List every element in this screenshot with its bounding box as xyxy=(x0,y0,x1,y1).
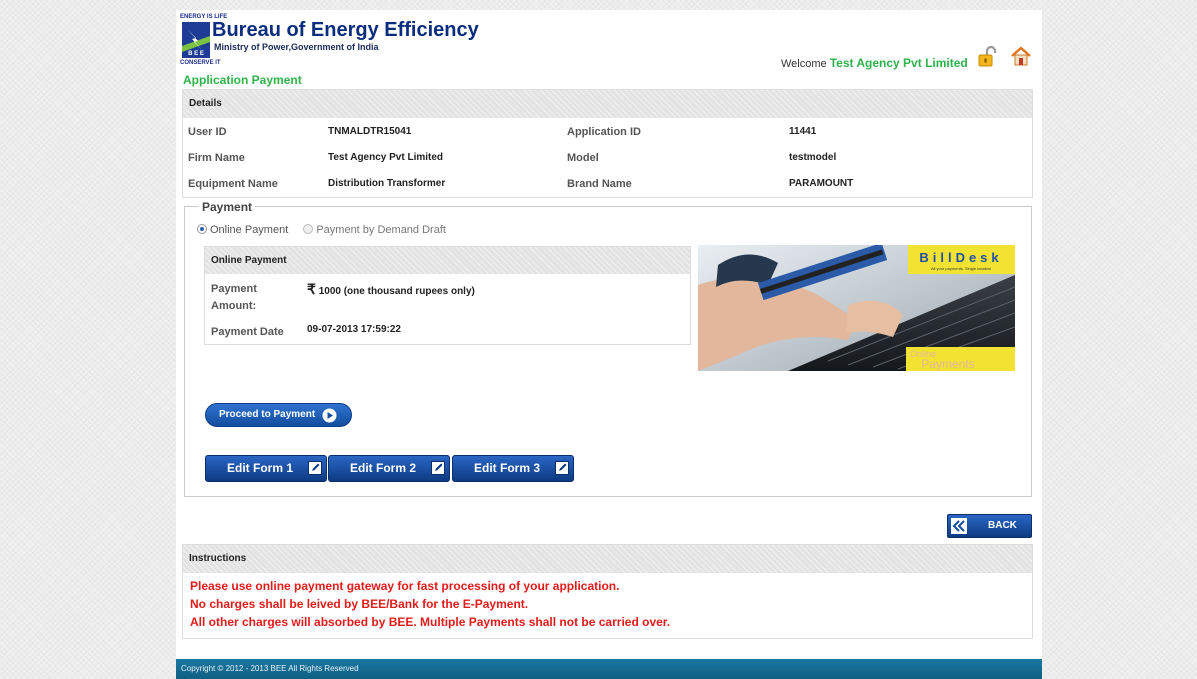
instructions-heading: Instructions xyxy=(183,545,1032,573)
bee-logo-icon: B E E xyxy=(182,22,210,58)
edit-form-3-button[interactable]: Edit Form 3 xyxy=(452,455,574,482)
application-id-label: Application ID xyxy=(567,126,641,138)
banner-caption-bottom: Payments xyxy=(921,357,974,371)
org-subtitle: Ministry of Power,Government of India xyxy=(214,42,379,52)
radio-checked-icon[interactable] xyxy=(197,224,207,234)
equipment-name-label: Equipment Name xyxy=(188,178,278,190)
lock-icon[interactable] xyxy=(978,46,998,68)
details-panel: Details User ID TNMALDTR15041 Applicatio… xyxy=(182,89,1033,198)
edit-form-1-label[interactable]: Edit Form 1 xyxy=(227,461,293,475)
billdesk-banner: BillDesk All your payments. Single locat… xyxy=(698,245,1015,371)
bee-logo[interactable]: ENERGY IS LIFE B E E CONSERVE IT xyxy=(180,14,227,66)
payment-amount-label: Payment Amount: xyxy=(211,283,257,312)
details-row: User ID TNMALDTR15041 Application ID 114… xyxy=(183,126,1032,146)
details-row: Equipment Name Distribution Transformer … xyxy=(183,178,1032,198)
edit-form-2-label[interactable]: Edit Form 2 xyxy=(350,461,416,475)
user-id-label: User ID xyxy=(188,126,227,138)
instruction-line: No charges shall be leived by BEE/Bank f… xyxy=(190,597,529,611)
site-footer: Copyright © 2012 - 2013 BEE All Rights R… xyxy=(176,659,1042,679)
online-payment-label[interactable]: Online Payment xyxy=(210,224,288,236)
instructions-panel: Instructions Please use online payment g… xyxy=(182,544,1033,639)
instruction-line: All other charges will absorbed by BEE. … xyxy=(190,615,671,629)
payment-legend: Payment xyxy=(199,200,256,214)
back-label[interactable]: BACK xyxy=(988,515,1017,537)
payment-method-group: Online Payment Payment by Demand Draft xyxy=(197,224,446,236)
online-payment-panel: Online Payment Payment Amount: ₹ 1000 (o… xyxy=(204,246,691,345)
edit-icon[interactable] xyxy=(431,461,445,475)
org-name: Bureau of Energy Efficiency xyxy=(212,19,479,41)
svg-text:B E E: B E E xyxy=(188,51,204,57)
proceed-to-payment-button[interactable]: Proceed to Payment xyxy=(205,403,352,427)
back-button[interactable]: BACK xyxy=(947,514,1032,538)
welcome-label: Welcome xyxy=(781,58,830,70)
site-header: ENERGY IS LIFE B E E CONSERVE IT Bureau … xyxy=(176,10,1042,72)
logo-slogan-bottom: CONSERVE IT xyxy=(180,60,221,66)
demand-draft-label[interactable]: Payment by Demand Draft xyxy=(316,224,446,236)
brand-name-label: Brand Name xyxy=(567,178,632,190)
welcome-text: Welcome Test Agency Pvt Limited xyxy=(781,56,968,70)
edit-form-3-label[interactable]: Edit Form 3 xyxy=(474,461,540,475)
firm-name-value: Test Agency Pvt Limited xyxy=(328,152,444,163)
copyright-text: Copyright © 2012 - 2013 BEE All Rights R… xyxy=(181,664,359,673)
page-container: ENERGY IS LIFE B E E CONSERVE IT Bureau … xyxy=(176,10,1042,679)
billdesk-brand: BillDesk xyxy=(919,250,1002,265)
demand-draft-radio[interactable]: Payment by Demand Draft xyxy=(303,224,446,236)
edit-form-2-button[interactable]: Edit Form 2 xyxy=(328,455,450,482)
radio-unchecked-icon[interactable] xyxy=(303,224,314,234)
details-heading: Details xyxy=(183,90,1032,118)
equipment-name-value: Distribution Transformer xyxy=(328,178,446,189)
double-chevron-left-icon[interactable] xyxy=(951,518,967,534)
edit-form-1-button[interactable]: Edit Form 1 xyxy=(205,455,327,482)
payment-date-value: 09-07-2013 17:59:22 xyxy=(307,324,401,335)
user-name: Test Agency Pvt Limited xyxy=(829,56,968,70)
application-id-value: 11441 xyxy=(789,126,817,137)
model-label: Model xyxy=(567,152,599,164)
model-value: testmodel xyxy=(789,152,837,163)
edit-icon[interactable] xyxy=(555,461,569,475)
online-payment-heading: Online Payment xyxy=(205,247,690,274)
play-icon[interactable] xyxy=(322,408,337,423)
firm-name-label: Firm Name xyxy=(188,152,245,164)
online-payment-radio[interactable]: Online Payment xyxy=(197,224,288,236)
user-id-value: TNMALDTR15041 xyxy=(328,126,412,137)
payment-date-label: Payment Date xyxy=(211,326,284,338)
payment-amount-value: ₹ 1000 (one thousand rupees only) xyxy=(307,281,475,298)
payment-amount-text: 1000 (one thousand rupees only) xyxy=(318,286,475,297)
home-icon[interactable] xyxy=(1010,45,1032,67)
billdesk-tagline: All your payments. Single location xyxy=(931,266,991,271)
edit-icon[interactable] xyxy=(308,461,322,475)
payment-fieldset: Payment Online Payment Payment by Demand… xyxy=(184,200,1032,497)
proceed-button-label[interactable]: Proceed to Payment xyxy=(219,409,315,420)
page-title: Application Payment xyxy=(183,73,302,87)
rupee-icon: ₹ xyxy=(307,281,316,297)
instruction-line: Please use online payment gateway for fa… xyxy=(190,579,620,593)
details-row: Firm Name Test Agency Pvt Limited Model … xyxy=(183,152,1032,172)
brand-name-value: PARAMOUNT xyxy=(789,178,854,189)
